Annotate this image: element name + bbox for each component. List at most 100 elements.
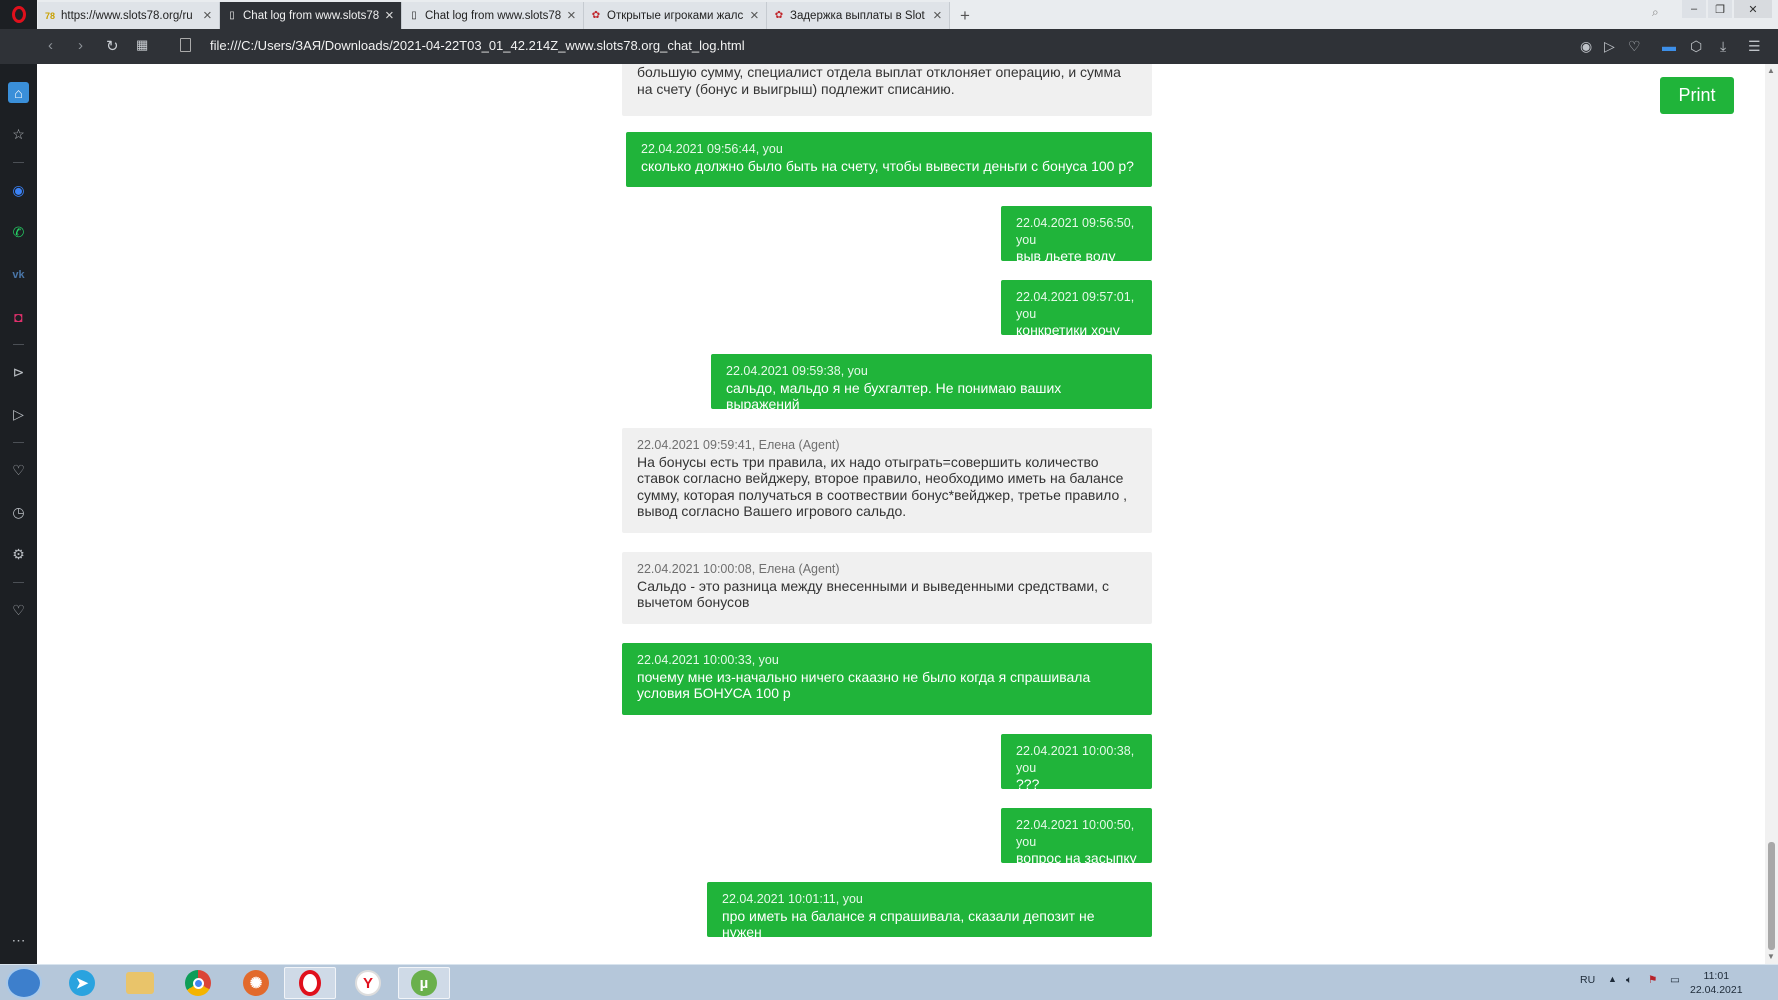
shopping-icon[interactable]: ▬ (1662, 38, 1676, 54)
message-text: про иметь на балансе я спрашивала, сказа… (722, 907, 1095, 941)
tab-title: https://www.slots78.org/ru (61, 9, 193, 22)
yandex-browser-icon[interactable]: Y (342, 967, 394, 999)
slots78-favicon-icon: 78 (44, 10, 55, 21)
chat-message: 22.04.2021 10:00:33, you почему мне из-н… (622, 643, 1152, 715)
close-icon[interactable]: × (933, 7, 943, 24)
show-hidden-icons-icon[interactable]: ▲ (1608, 974, 1617, 984)
page-icon: ▯ (229, 9, 235, 21)
tab-bar: 78 https://www.slots78.org/ru × ▯ Chat l… (0, 0, 1778, 29)
message-meta: 22.04.2021 09:56:50, you (1016, 216, 1135, 247)
chat-message: 22.04.2021 10:00:08, Елена (Agent) Сальд… (622, 552, 1152, 624)
tab-title: Задержка выплаты в Slot (790, 9, 925, 22)
url-field[interactable]: file:///C:/Users/ЗАЯ/Downloads/2021-04-2… (210, 38, 745, 53)
tab-title: Chat log from www.slots78 (243, 9, 379, 22)
search-tabs-icon[interactable]: ⌕ (1652, 5, 1659, 20)
heart-icon[interactable]: ♡ (8, 460, 29, 481)
lightbulb-icon[interactable]: ♡ (8, 600, 29, 621)
window-controls: – ❐ ✕ (1680, 0, 1772, 18)
print-button[interactable]: Print (1660, 77, 1734, 114)
cube-icon[interactable]: ⬡ (1690, 38, 1702, 55)
chat-message: 22.04.2021 09:56:44, you сколько должно … (626, 132, 1152, 187)
close-icon[interactable]: × (567, 7, 577, 24)
casino-favicon-icon: ✿ (591, 9, 601, 21)
message-text: сколько должно было быть на счету, чтобы… (641, 157, 1134, 174)
network-warning-icon[interactable]: ⚑ (1648, 974, 1657, 986)
windows-taskbar: ➤ ✺ Y µ RU ▲ 🔈︎ ⚑ ▭ 11:01 22.04.2021 (0, 964, 1778, 1000)
send-icon[interactable]: ▷ (8, 404, 29, 425)
tab-title: Chat log from www.slots78 (425, 9, 561, 22)
forward-icon[interactable]: › (78, 37, 83, 54)
file-icon (180, 38, 191, 52)
page-scrollbar[interactable]: ▲ ▼ (1765, 64, 1778, 964)
close-window-icon[interactable]: ✕ (1734, 0, 1772, 18)
scroll-up-icon[interactable]: ▲ (1767, 66, 1775, 75)
clock-time: 11:01 (1703, 970, 1730, 982)
minimize-icon[interactable]: – (1682, 0, 1706, 18)
message-text: ??? (1016, 776, 1040, 792)
chat-message: большую сумму, специалист отдела выплат … (622, 64, 1152, 116)
opera-menu-icon[interactable] (0, 0, 37, 29)
easy-setup-icon[interactable]: ☰ (1748, 38, 1761, 55)
settings-icon[interactable]: ⚙ (8, 544, 29, 565)
back-icon[interactable]: ‹ (48, 37, 53, 54)
utorrent-icon[interactable]: µ (398, 967, 450, 999)
reload-icon[interactable]: ↻ (106, 37, 119, 55)
tab-payout-delay[interactable]: ✿ Задержка выплаты в Slot × (767, 2, 950, 29)
camera-icon[interactable]: ◉ (1580, 38, 1592, 55)
tab-chat-log-active[interactable]: ▯ Chat log from www.slots78 × (220, 2, 402, 29)
tab-title: Открытые игроками жалс (607, 9, 744, 22)
star-icon[interactable]: ☆ (8, 124, 29, 145)
basketball-app-icon[interactable]: ✺ (230, 967, 282, 999)
tab-complaints[interactable]: ✿ Открытые игроками жалс × (584, 2, 767, 29)
chat-message: 22.04.2021 09:57:01, you конкретики хочу (1001, 280, 1152, 338)
address-bar: ‹ › ↻ ▦ file:///C:/Users/ЗАЯ/Downloads/2… (0, 29, 1778, 64)
close-icon[interactable]: × (385, 7, 395, 24)
vk-icon[interactable]: vk (8, 264, 29, 285)
message-meta: 22.04.2021 09:57:01, you (1016, 290, 1135, 321)
maximize-icon[interactable]: ❐ (1708, 0, 1732, 18)
heart-icon[interactable]: ♡ (1628, 38, 1641, 55)
message-meta: 22.04.2021 09:56:44, you (641, 142, 783, 156)
tab-slots78-site[interactable]: 78 https://www.slots78.org/ru × (38, 2, 220, 29)
message-text: выв льете воду (1016, 248, 1116, 264)
scrollbar-thumb[interactable] (1768, 842, 1775, 950)
instagram-icon[interactable]: ◘ (8, 306, 29, 327)
messenger-icon[interactable]: ◉ (8, 180, 29, 201)
new-tab-button[interactable]: + (960, 6, 970, 26)
chat-message: 22.04.2021 09:59:38, you сальдо, мальдо … (711, 354, 1152, 412)
file-explorer-icon[interactable] (114, 967, 166, 999)
message-text: сальдо, мальдо я не бухгалтер. Не понима… (726, 379, 1062, 413)
close-icon[interactable]: × (203, 7, 213, 24)
chat-message: 22.04.2021 09:56:50, you выв льете воду (1001, 206, 1152, 264)
system-clock[interactable]: 11:01 22.04.2021 (1690, 969, 1743, 997)
casino-favicon-icon: ✿ (774, 9, 784, 21)
chat-message: 22.04.2021 09:59:41, Елена (Agent) На бо… (622, 428, 1152, 533)
message-meta: 22.04.2021 09:59:41, Елена (Agent) (637, 438, 840, 452)
history-icon[interactable]: ◷ (8, 502, 29, 523)
message-meta: 22.04.2021 10:00:33, you (637, 653, 779, 667)
tab-chat-log[interactable]: ▯ Chat log from www.slots78 × (402, 2, 584, 29)
download-icon[interactable]: ⤓ (1720, 38, 1726, 55)
whatsapp-icon[interactable]: ✆ (8, 222, 29, 243)
chrome-icon[interactable] (172, 967, 224, 999)
action-center-icon[interactable]: ▭ (1670, 974, 1680, 986)
message-meta: 22.04.2021 09:59:38, you (726, 364, 868, 378)
language-indicator[interactable]: RU (1580, 974, 1595, 986)
send-icon[interactable]: ▷ (1604, 38, 1615, 55)
message-text: большую сумму, специалист отдела выплат … (637, 64, 1121, 97)
message-text: почему мне из-начально ничего скаазно не… (637, 668, 1091, 702)
speed-dial-icon[interactable]: ▦ (136, 37, 148, 53)
home-icon[interactable]: ⌂ (8, 82, 29, 103)
message-meta: 22.04.2021 10:00:50, you (1016, 818, 1135, 849)
start-button[interactable] (6, 967, 42, 999)
opera-taskbar-icon[interactable] (284, 967, 336, 999)
more-icon[interactable]: ⋯ (8, 930, 29, 951)
scroll-down-icon[interactable]: ▼ (1767, 952, 1775, 961)
player-icon[interactable]: ⊳ (8, 362, 29, 383)
volume-icon[interactable]: 🔈︎ (1626, 974, 1632, 987)
message-meta: 22.04.2021 10:00:38, you (1016, 744, 1135, 775)
close-icon[interactable]: × (750, 7, 760, 24)
page-icon: ▯ (411, 9, 417, 21)
telegram-icon[interactable]: ➤ (56, 967, 108, 999)
chat-message: 22.04.2021 10:00:38, you ??? (1001, 734, 1152, 792)
